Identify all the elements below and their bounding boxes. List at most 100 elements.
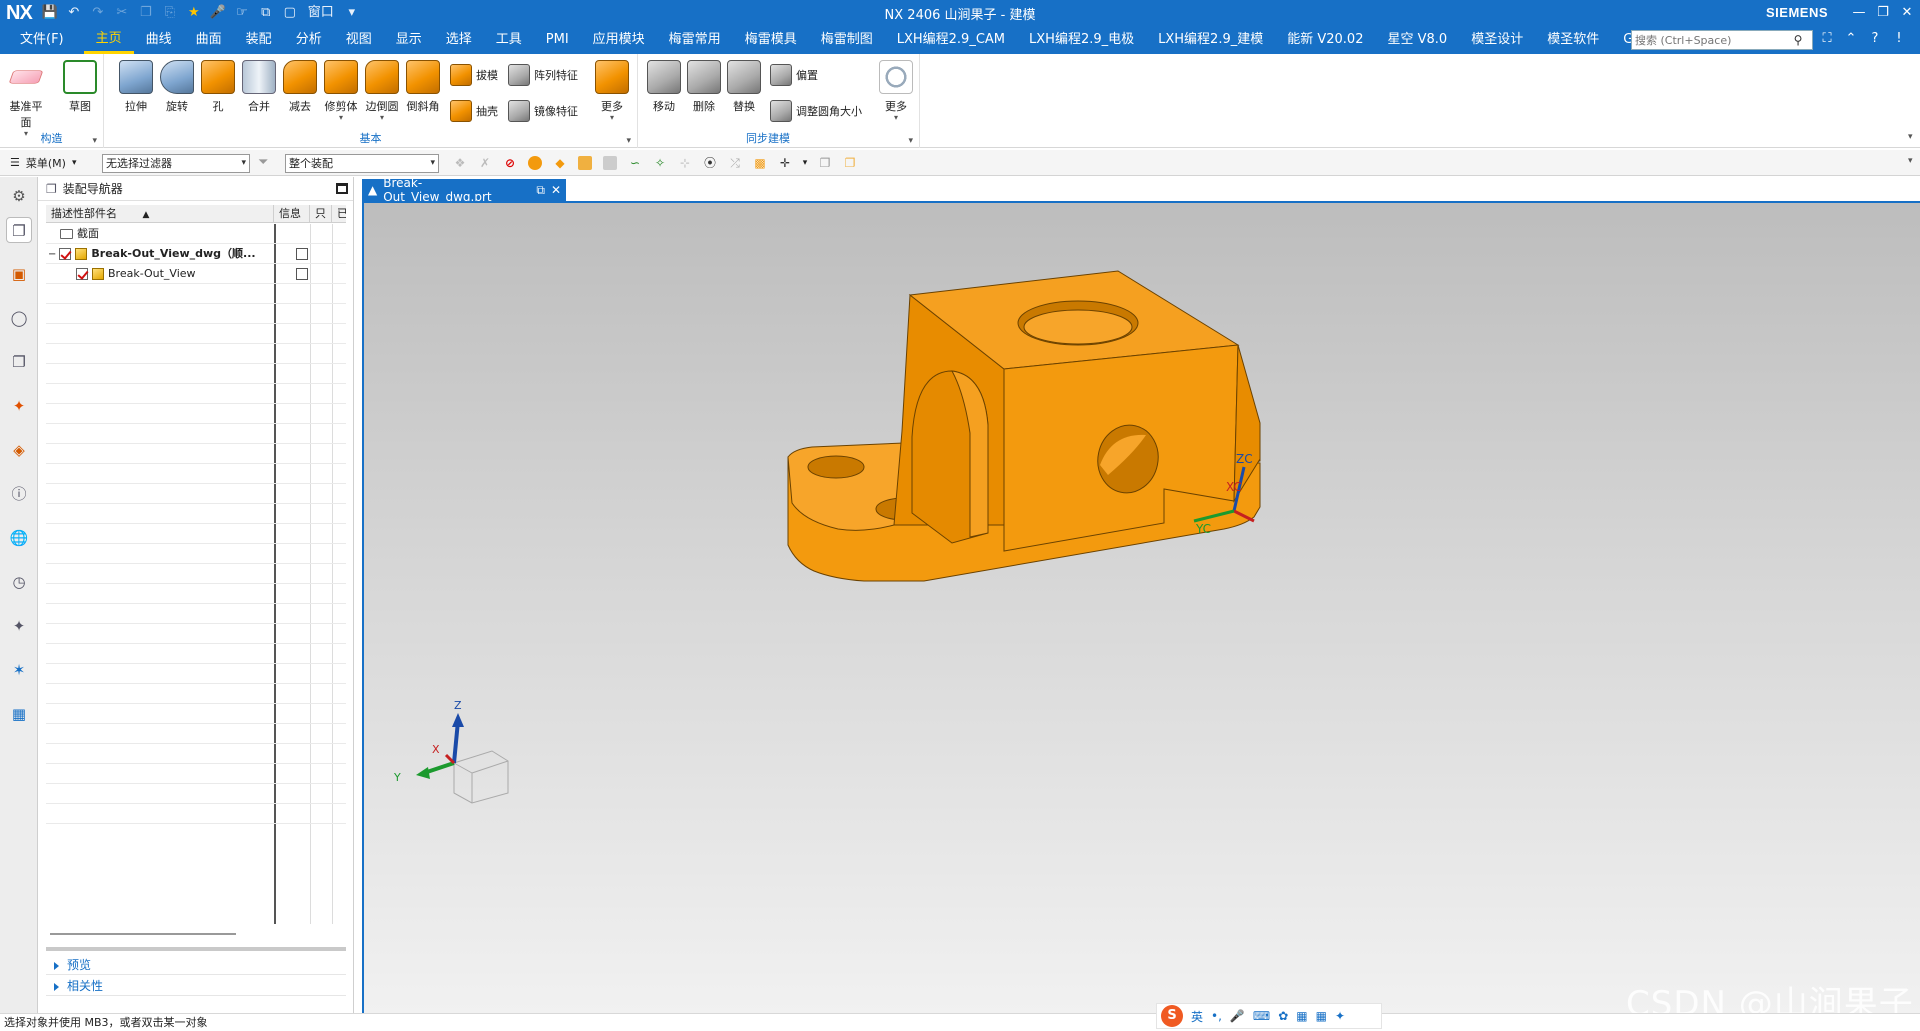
ime-settings-icon[interactable]: ✦ (1335, 1009, 1345, 1023)
file-menu[interactable]: 文件(F) (0, 26, 84, 54)
role-icon[interactable]: ✦ (6, 613, 32, 639)
snap-point-icon[interactable]: ⤮ (725, 153, 745, 173)
subtract-button[interactable]: 减去 (280, 60, 320, 114)
part-tab[interactable]: ▲ Break-Out_View_dwg.prt ⧉ ✕ (362, 176, 566, 204)
gamepad-icon[interactable]: ▦ (1296, 1009, 1307, 1023)
visibility-checkbox[interactable] (59, 248, 72, 260)
tab-15[interactable]: LXH编程2.9_电极 (1017, 26, 1146, 54)
visibility-checkbox[interactable] (76, 268, 88, 280)
tab-20[interactable]: 模圣软件 (1535, 26, 1611, 54)
tab-12[interactable]: 梅雷模具 (733, 26, 809, 54)
skin-icon[interactable]: ✿ (1278, 1009, 1288, 1023)
chevron-down-icon[interactable]: ▾ (1908, 156, 1913, 166)
tab-8[interactable]: 工具 (484, 26, 534, 54)
fullscreen-icon[interactable]: ⛶ (1818, 29, 1836, 49)
redo-icon[interactable]: ↷ (88, 3, 108, 23)
tab-9[interactable]: PMI (534, 26, 581, 54)
close-icon[interactable]: ✕ (1896, 3, 1918, 23)
help-icon[interactable]: ? (1866, 29, 1884, 49)
replace-button[interactable]: 替换 (724, 60, 764, 114)
command-search[interactable]: ⚲ (1631, 30, 1813, 50)
shell-button[interactable]: 抽壳 (450, 98, 498, 124)
type-filter-select[interactable]: 无选择过滤器 ▾ (102, 154, 250, 173)
save-icon[interactable]: 💾 (40, 3, 60, 23)
search-input[interactable] (1632, 33, 1788, 47)
tab-4[interactable]: 分析 (284, 26, 334, 54)
chevron-down-icon[interactable]: ▾ (800, 153, 810, 173)
snap-icon[interactable]: ⊹ (675, 153, 695, 173)
tab-3[interactable]: 装配 (234, 26, 284, 54)
selection-intent-icon[interactable]: ⦿ (700, 153, 720, 173)
filter-funnel-icon[interactable]: ⏷ (258, 155, 268, 170)
microphone-icon[interactable]: 🎤 (1230, 1009, 1245, 1023)
part-navigator-icon[interactable]: ◯ (6, 305, 32, 331)
tab-14[interactable]: LXH编程2.9_CAM (885, 26, 1017, 54)
tab-10[interactable]: 应用模块 (581, 26, 657, 54)
revolve-button[interactable]: 旋转 (157, 60, 197, 114)
undo-icon[interactable]: ↶ (64, 3, 84, 23)
select-curve-icon[interactable]: ∽ (625, 153, 645, 173)
window-menu[interactable]: 窗口 (304, 3, 338, 23)
ribbon-options-icon[interactable]: ▾ (1908, 132, 1913, 142)
keyboard-icon[interactable]: ⌨ (1253, 1009, 1270, 1023)
cut-icon[interactable]: ✂ (112, 3, 132, 23)
sketch-button[interactable]: 草图 (60, 60, 100, 114)
panel-splitter[interactable] (46, 947, 346, 951)
alert-icon[interactable]: ! (1890, 29, 1908, 49)
chevron-down-icon[interactable]: ▾ (342, 3, 362, 23)
select-sheet-icon[interactable] (603, 156, 617, 170)
tab-7[interactable]: 选择 (434, 26, 484, 54)
preview-panel-toggle[interactable]: 预览 (46, 955, 346, 975)
tab-6[interactable]: 显示 (384, 26, 434, 54)
assembly-navigator-icon[interactable]: ❐ (6, 217, 32, 243)
mirror-feature-button[interactable]: 镜像特征 (508, 98, 578, 124)
select-all-icon[interactable]: ✗ (475, 153, 495, 173)
ime-language[interactable]: 英 (1191, 1008, 1203, 1025)
tab-18[interactable]: 星空 V8.0 (1375, 26, 1459, 54)
view-cube-orange-icon[interactable]: ❐ (840, 153, 860, 173)
collapse-icon[interactable]: − (48, 249, 56, 260)
tab-13[interactable]: 梅雷制图 (809, 26, 885, 54)
undock-icon[interactable]: ⧉ (536, 183, 545, 198)
tab-17[interactable]: 能新 V20.02 (1275, 26, 1375, 54)
select-solid-icon[interactable] (578, 156, 592, 170)
collapse-ribbon-icon[interactable]: ⌃ (1842, 29, 1860, 49)
navigator-tree-row[interactable]: Break-Out_View (46, 264, 346, 284)
microphone-icon[interactable]: 🎤 (208, 3, 228, 23)
select-body-icon[interactable] (528, 156, 542, 170)
restore-icon[interactable]: ❐ (1872, 3, 1894, 23)
copy-icon[interactable]: ❐ (136, 3, 156, 23)
punctuation-icon[interactable]: •, (1211, 1009, 1222, 1023)
navigator-tree-row[interactable]: − Break-Out_View_dwg（顺... (46, 244, 346, 264)
view-triad[interactable]: Z X Y (393, 699, 509, 804)
deselect-all-icon[interactable]: ⊘ (500, 153, 520, 173)
manufacturing-wizard-icon[interactable]: ▦ (6, 701, 32, 727)
select-face-icon[interactable]: ◆ (550, 153, 570, 173)
view-cube-icon[interactable]: ❐ (815, 153, 835, 173)
chevron-down-icon[interactable]: ▾ (908, 136, 913, 146)
select-feature-icon[interactable]: ❖ (450, 153, 470, 173)
constraint-navigator-icon[interactable]: ▣ (6, 261, 32, 287)
show-snap-icon[interactable]: ▩ (750, 153, 770, 173)
extrude-button[interactable]: 拉伸 (116, 60, 156, 114)
search-icon[interactable]: ⚲ (1788, 33, 1808, 47)
more-basic-button[interactable]: 更多 ▾ (592, 60, 632, 122)
tab-16[interactable]: LXH编程2.9_建模 (1146, 26, 1275, 54)
web-browser-icon[interactable]: ◈ (6, 437, 32, 463)
chevron-down-icon[interactable]: ▾ (92, 136, 97, 146)
horizontal-scrollbar[interactable] (50, 933, 236, 935)
offset-button[interactable]: 偏置 (770, 62, 818, 88)
dependencies-panel-toggle[interactable]: 相关性 (46, 976, 346, 996)
column-readonly[interactable]: 只 (310, 205, 332, 223)
history-icon[interactable]: ⓘ (6, 481, 32, 507)
draft-button[interactable]: 拔模 (450, 62, 498, 88)
paste-icon[interactable]: ⎘ (160, 3, 180, 23)
system-materials-icon[interactable]: 🌐 (6, 525, 32, 551)
more-sync-button[interactable]: 更多 ▾ (876, 60, 916, 122)
column-info[interactable]: 信息 (274, 205, 310, 223)
hole-button[interactable]: 孔 (198, 60, 238, 114)
tab-19[interactable]: 模圣设计 (1459, 26, 1535, 54)
chamfer-button[interactable]: 倒斜角 (403, 60, 443, 114)
close-tab-icon[interactable]: ✕ (551, 183, 561, 197)
favorites-star-icon[interactable]: ★ (184, 3, 204, 23)
